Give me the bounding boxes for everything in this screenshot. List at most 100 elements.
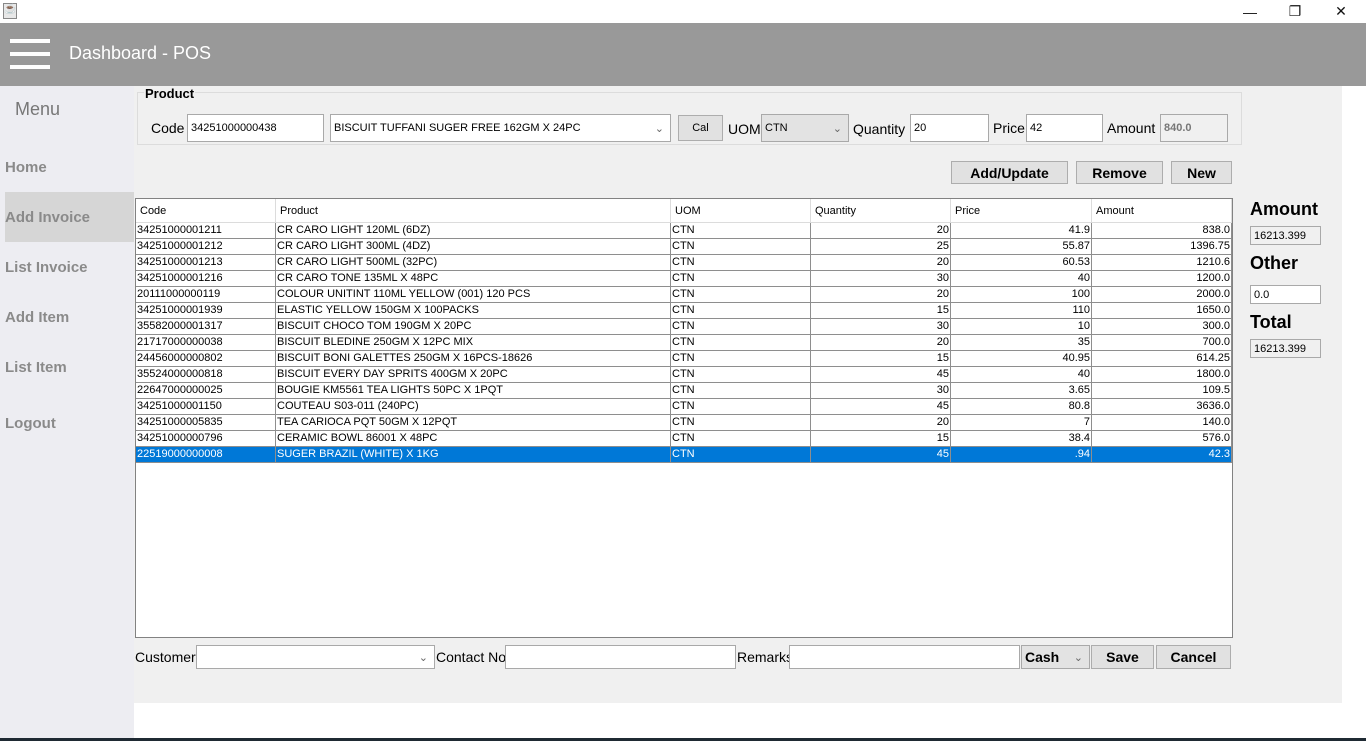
table-cell: 20111000000119 xyxy=(136,287,276,303)
sidebar-item-list-item[interactable]: List Item xyxy=(5,342,134,392)
chevron-down-icon: ⌄ xyxy=(654,122,664,135)
table-cell: 10 xyxy=(951,319,1092,335)
minimize-icon[interactable]: — xyxy=(1227,0,1273,23)
table-cell: CERAMIC BOWL 86001 X 48PC xyxy=(276,431,671,447)
table-row[interactable]: 34251000001939 ELASTIC YELLOW 150GM X 100… xyxy=(136,303,1232,319)
amount-field: 840.0 xyxy=(1160,114,1228,142)
table-row[interactable]: 21717000000038 BISCUIT BLEDINE 250GM X 12… xyxy=(136,335,1232,351)
table-cell: 1396.75 xyxy=(1092,239,1232,255)
table-cell: CTN xyxy=(671,239,811,255)
add-update-button[interactable]: Add/Update xyxy=(951,161,1068,184)
code-input[interactable]: 34251000000438 xyxy=(187,114,324,142)
java-icon: ☕ xyxy=(3,3,17,19)
table-cell: CTN xyxy=(671,399,811,415)
table-row[interactable]: 20111000000119 COLOUR UNITINT 110ML YELLO… xyxy=(136,287,1232,303)
table-cell: 30 xyxy=(811,383,951,399)
table-cell: BISCUIT EVERY DAY SPRITS 400GM X 20PC xyxy=(276,367,671,383)
column-header[interactable]: Amount xyxy=(1092,199,1232,223)
table-row[interactable]: 35582000001317 BISCUIT CHOCO TOM 190GM X … xyxy=(136,319,1232,335)
hamburger-icon[interactable] xyxy=(10,39,50,69)
product-combo-value: BISCUIT TUFFANI SUGER FREE 162GM X 24PC xyxy=(334,122,581,134)
table-row[interactable]: 34251000001212 CR CARO LIGHT 300ML (4DZ) C… xyxy=(136,239,1232,255)
table-row[interactable]: 34251000005835 TEA CARIOCA PQT 50GM X 12P… xyxy=(136,415,1232,431)
table-cell: 2000.0 xyxy=(1092,287,1232,303)
quantity-input[interactable]: 20 xyxy=(910,114,989,142)
uom-combo[interactable]: CTN ⌄ xyxy=(761,114,849,142)
table-cell: CTN xyxy=(671,255,811,271)
sidebar-item-logout[interactable]: Logout xyxy=(5,398,134,448)
table-cell: CTN xyxy=(671,335,811,351)
close-icon[interactable]: ✕ xyxy=(1318,0,1364,23)
sidebar: Menu Home Add Invoice List Invoice Add I… xyxy=(0,86,134,741)
table-cell: TEA CARIOCA PQT 50GM X 12PQT xyxy=(276,415,671,431)
table-cell: 576.0 xyxy=(1092,431,1232,447)
table-cell: COUTEAU S03-011 (240PC) xyxy=(276,399,671,415)
remarks-input[interactable] xyxy=(789,645,1020,669)
table-cell: 34251000001212 xyxy=(136,239,276,255)
table-cell: 20 xyxy=(811,415,951,431)
table-cell: 1800.0 xyxy=(1092,367,1232,383)
table-cell: CR CARO TONE 135ML X 48PC xyxy=(276,271,671,287)
table-cell: CR CARO LIGHT 300ML (4DZ) xyxy=(276,239,671,255)
title-bar: ☕ — ❐ ✕ xyxy=(0,0,1366,23)
chevron-down-icon: ⌄ xyxy=(418,651,428,664)
new-button[interactable]: New xyxy=(1171,161,1232,184)
table-cell: CTN xyxy=(671,303,811,319)
table-row[interactable]: 34251000001211 CR CARO LIGHT 120ML (6DZ) C… xyxy=(136,223,1232,239)
contact-input[interactable] xyxy=(505,645,736,669)
restore-icon[interactable]: ❐ xyxy=(1272,0,1318,23)
table-cell: 700.0 xyxy=(1092,335,1232,351)
table-cell: CTN xyxy=(671,319,811,335)
table-cell: 60.53 xyxy=(951,255,1092,271)
table-cell: 35 xyxy=(951,335,1092,351)
table-row[interactable]: 22647000000025 BOUGIE KM5561 TEA LIGHTS 5… xyxy=(136,383,1232,399)
save-button[interactable]: Save xyxy=(1091,645,1154,669)
sidebar-item-add-item[interactable]: Add Item xyxy=(5,292,134,342)
sidebar-item-home[interactable]: Home xyxy=(5,142,134,192)
column-header[interactable]: Code xyxy=(136,199,276,223)
total-amount-field: 16213.399 xyxy=(1250,226,1321,245)
sidebar-item-list-invoice[interactable]: List Invoice xyxy=(5,242,134,292)
table-row[interactable]: 35524000000818 BISCUIT EVERY DAY SPRITS 4… xyxy=(136,367,1232,383)
table-row[interactable]: 24456000000802 BISCUIT BONI GALETTES 250G… xyxy=(136,351,1232,367)
price-input[interactable]: 42 xyxy=(1026,114,1103,142)
table-cell: BOUGIE KM5561 TEA LIGHTS 50PC X 1PQT xyxy=(276,383,671,399)
column-header[interactable]: Product xyxy=(276,199,671,223)
uom-combo-value: CTN xyxy=(765,122,788,134)
table-cell: CTN xyxy=(671,367,811,383)
other-input[interactable]: 0.0 xyxy=(1250,285,1321,304)
table-cell: COLOUR UNITINT 110ML YELLOW (001) 120 PC… xyxy=(276,287,671,303)
product-combo[interactable]: BISCUIT TUFFANI SUGER FREE 162GM X 24PC ⌄ xyxy=(330,114,671,142)
table-row[interactable]: 34251000001150 COUTEAU S03-011 (240PC) CTN… xyxy=(136,399,1232,415)
table-cell: 45 xyxy=(811,367,951,383)
payment-combo[interactable]: Cash ⌄ xyxy=(1021,645,1090,669)
table-cell: 34251000001150 xyxy=(136,399,276,415)
column-header[interactable]: Quantity xyxy=(811,199,951,223)
table-cell: 34251000000796 xyxy=(136,431,276,447)
cal-button[interactable]: Cal xyxy=(678,115,723,141)
table-cell: 40 xyxy=(951,271,1092,287)
column-header[interactable]: Price xyxy=(951,199,1092,223)
table-cell: 15 xyxy=(811,431,951,447)
table-cell: 34251000001211 xyxy=(136,223,276,239)
table-row[interactable]: 34251000001216 CR CARO TONE 135ML X 48PC C… xyxy=(136,271,1232,287)
price-label: Price xyxy=(993,120,1025,136)
customer-combo[interactable]: ⌄ xyxy=(196,645,435,669)
sidebar-item-add-invoice[interactable]: Add Invoice xyxy=(5,192,134,242)
remove-button[interactable]: Remove xyxy=(1076,161,1163,184)
total-amount-label: Amount xyxy=(1250,199,1318,219)
table-row[interactable]: 34251000000796 CERAMIC BOWL 86001 X 48PC C… xyxy=(136,431,1232,447)
amount-label: Amount xyxy=(1107,120,1156,136)
app-header: Dashboard - POS xyxy=(0,23,1366,86)
table-row[interactable]: 22519000000008 SUGER BRAZIL (WHITE) X 1KG… xyxy=(136,447,1232,463)
table-cell: CTN xyxy=(671,383,811,399)
other-label: Other xyxy=(1250,253,1299,273)
column-header[interactable]: UOM xyxy=(671,199,811,223)
table-cell: 838.0 xyxy=(1092,223,1232,239)
invoice-table[interactable]: Code Product UOM Quantity Price Amount 342510… xyxy=(135,198,1233,638)
table-cell: 1210.6 xyxy=(1092,255,1232,271)
table-row[interactable]: 34251000001213 CR CARO LIGHT 500ML (32PC)… xyxy=(136,255,1232,271)
cancel-button[interactable]: Cancel xyxy=(1156,645,1231,669)
table-cell: 40 xyxy=(951,367,1092,383)
table-cell: 3.65 xyxy=(951,383,1092,399)
